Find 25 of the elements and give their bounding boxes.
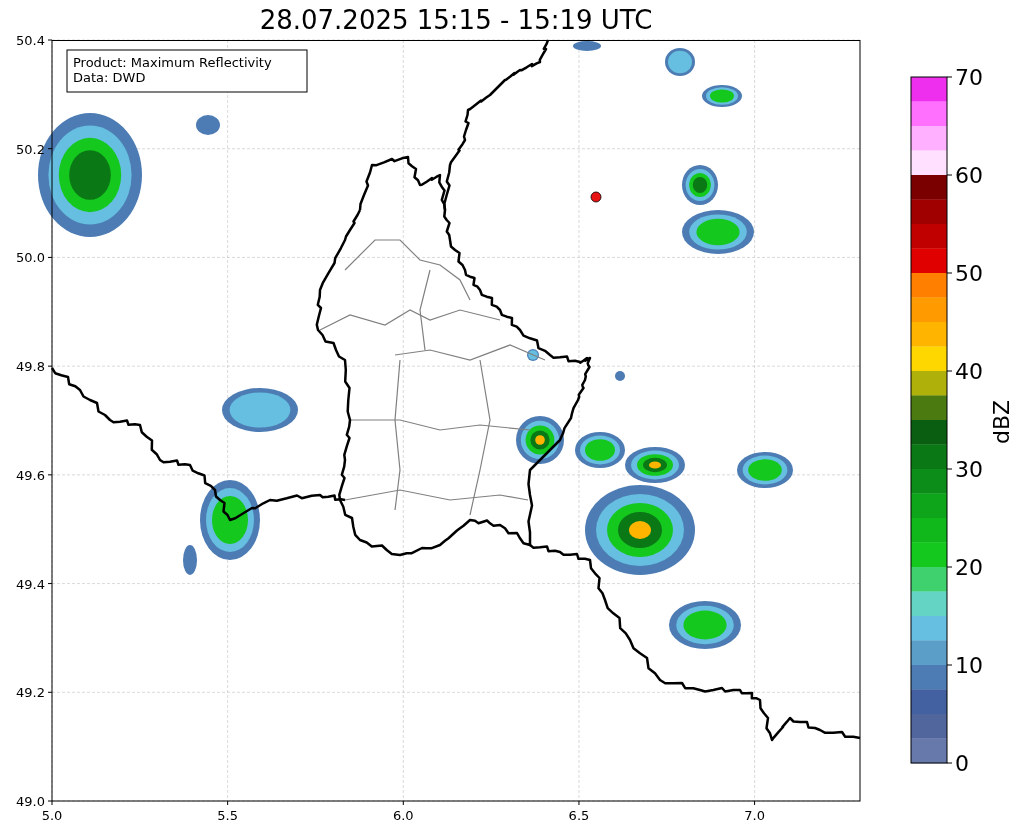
y-tick-label: 49.6 <box>16 467 45 483</box>
colorbar-tick-label: 40 <box>955 359 983 384</box>
y-tick-label: 49.0 <box>16 794 45 809</box>
x-tick-label: 5.5 <box>217 808 238 823</box>
colorbar-tick-label: 70 <box>955 65 983 90</box>
y-tick-label: 49.2 <box>16 685 45 701</box>
info-text: Product: Maximum Reflectivity <box>73 55 272 70</box>
colorbar-tick-label: 30 <box>955 457 983 482</box>
x-tick-label: 5.0 <box>41 808 63 823</box>
colorbar-label: dBZ <box>989 399 1014 445</box>
y-tick-label: 50.0 <box>16 250 45 266</box>
y-tick-label: 50.4 <box>16 33 45 48</box>
y-tick-label: 50.2 <box>16 141 45 157</box>
x-tick-label: 7.0 <box>744 808 765 823</box>
y-tick-label: 49.4 <box>16 576 45 592</box>
x-tick-label: 6.5 <box>568 808 590 823</box>
y-tick-label: 49.8 <box>16 359 45 375</box>
x-tick-label: 6.0 <box>392 808 414 823</box>
map-title: 28.07.2025 15:15 - 15:19 UTC <box>258 4 654 30</box>
colorbar-tick-label: 60 <box>955 163 983 188</box>
colorbar-tick-label: 10 <box>955 653 983 678</box>
info-text: Data: DWD <box>73 70 146 85</box>
colorbar-tick-label: 50 <box>955 261 983 286</box>
colorbar-tick-label: 20 <box>955 555 983 580</box>
colorbar-tick-label: 0 <box>955 751 969 776</box>
